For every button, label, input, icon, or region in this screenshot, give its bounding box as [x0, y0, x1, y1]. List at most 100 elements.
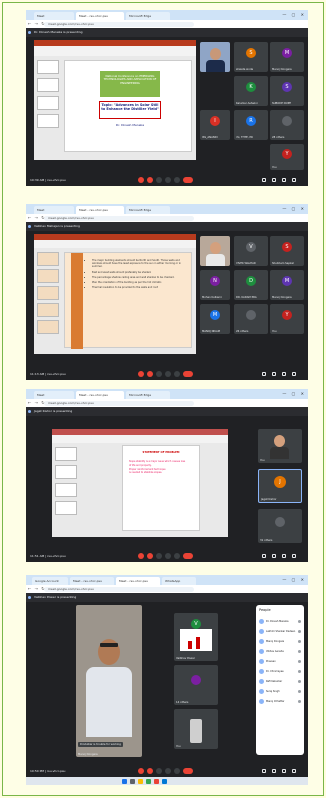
slide-thumbnail[interactable]	[37, 78, 59, 92]
mic-off-button[interactable]	[138, 371, 144, 377]
window-controls[interactable]: — ▢ ✕	[282, 206, 306, 212]
nav-buttons[interactable]: ← → ↻	[28, 215, 46, 221]
page-thumbnail[interactable]	[55, 447, 77, 461]
people-row[interactable]: Dr. Chinmayee	[259, 667, 301, 676]
app-icon[interactable]	[154, 778, 159, 784]
participant-tile[interactable]: M Manoj Dongare	[270, 270, 304, 300]
participant-tile[interactable]: S SUBODH RUPE	[270, 76, 304, 106]
mic-off-button[interactable]	[138, 768, 144, 774]
present-button[interactable]	[165, 768, 171, 774]
info-icon[interactable]	[262, 553, 266, 558]
browser-tab[interactable]: Google Account	[32, 577, 68, 585]
people-row[interactable]: Vibhav Aansha	[259, 647, 301, 656]
participant-tile[interactable]: M Manoj Dongare	[270, 42, 304, 72]
page-thumbnail[interactable]	[55, 465, 77, 479]
browser-tab[interactable]: Meet	[34, 391, 74, 399]
nav-buttons[interactable]: ← → ↻	[28, 21, 46, 27]
participant-tile[interactable]: M MANOJ NIKAM	[200, 304, 230, 334]
mic-off-button[interactable]	[138, 177, 144, 183]
camera-off-button[interactable]	[147, 177, 153, 183]
people-row[interactable]: Praveen	[259, 657, 301, 666]
people-row[interactable]: Dr. Dinesh Meneka	[259, 617, 301, 626]
participant-tile[interactable]: V Vaibhav Power	[174, 613, 218, 661]
leave-call-button[interactable]	[183, 553, 193, 559]
slide-thumbnail[interactable]	[37, 252, 59, 266]
browser-tab[interactable]: Meet	[34, 12, 74, 20]
info-icon[interactable]	[262, 177, 266, 182]
info-icon[interactable]	[262, 371, 266, 376]
chrome-icon[interactable]	[146, 778, 151, 784]
people-icon[interactable]	[272, 768, 276, 773]
others-tile[interactable]: 14 others	[174, 665, 218, 705]
nav-buttons[interactable]: ← → ↻	[28, 586, 46, 592]
others-tile[interactable]: 26 others	[234, 304, 268, 334]
url-input[interactable]: meet.google.com/rsu-vhcr-psu	[44, 215, 194, 221]
slide-thumbnail[interactable]	[37, 320, 59, 334]
camera-off-button[interactable]	[147, 768, 153, 774]
window-controls[interactable]: — ▢ ✕	[282, 577, 306, 583]
more-options-button[interactable]	[174, 768, 180, 774]
window-controls[interactable]: — ▢ ✕	[282, 12, 306, 18]
participant-video-tile[interactable]	[200, 42, 230, 72]
others-tile[interactable]: 31 others	[258, 509, 302, 543]
browser-tab[interactable]: Meet - rsu-vhcr-psu	[70, 577, 114, 585]
page-thumbnail[interactable]	[55, 501, 77, 515]
main-video-tile[interactable]: Dindulkar is trouble for working Manoj D…	[76, 605, 142, 757]
self-tile[interactable]: You	[258, 429, 302, 463]
window-controls[interactable]: — ▢ ✕	[282, 391, 306, 397]
chat-icon[interactable]	[282, 553, 286, 558]
captions-button[interactable]	[156, 553, 162, 559]
people-icon[interactable]	[272, 553, 276, 558]
page-thumbnail[interactable]	[55, 483, 77, 497]
leave-call-button[interactable]	[183, 177, 193, 183]
people-row[interactable]: Manoj Chhattar	[259, 697, 301, 706]
slide-thumbnail[interactable]	[37, 114, 59, 128]
browser-tab[interactable]: Meet	[34, 206, 74, 214]
activities-icon[interactable]	[292, 371, 296, 376]
others-tile[interactable]: 28 others	[270, 110, 304, 140]
slide-thumbnail[interactable]	[37, 60, 59, 74]
captions-button[interactable]	[156, 371, 162, 377]
people-icon[interactable]	[272, 371, 276, 376]
participant-tile[interactable]: K Kalurkar Ashwini	[234, 76, 268, 106]
people-row[interactable]: Manoj Dongare	[259, 637, 301, 646]
edge-icon[interactable]	[162, 778, 167, 784]
slide-thumbnail[interactable]	[37, 303, 59, 317]
slide-thumbnail[interactable]	[37, 286, 59, 300]
present-button[interactable]	[165, 371, 171, 377]
chat-icon[interactable]	[282, 177, 286, 182]
participant-tile[interactable]: S shweta sinde	[234, 42, 268, 72]
leave-call-button[interactable]	[183, 768, 193, 774]
slide-thumbnail[interactable]	[37, 96, 59, 110]
browser-tab-active[interactable]: Meet - rsu-vhcr-psu	[76, 12, 124, 20]
present-button[interactable]	[165, 553, 171, 559]
participant-tile[interactable]: N Mohan Kulkarni	[200, 270, 230, 300]
more-options-button[interactable]	[174, 553, 180, 559]
participant-tile[interactable]: S Shubham Sapkal	[270, 236, 304, 266]
mic-off-button[interactable]	[138, 553, 144, 559]
info-icon[interactable]	[262, 768, 266, 773]
participant-tile[interactable]: I ISS_ANANDI	[200, 110, 230, 140]
captions-button[interactable]	[156, 768, 162, 774]
people-row[interactable]: Lakhmi Shankar Dadeen	[259, 627, 301, 636]
browser-tab[interactable]: Microsoft Edge	[126, 206, 170, 214]
activities-icon[interactable]	[292, 768, 296, 773]
people-icon[interactable]	[272, 177, 276, 182]
browser-tab[interactable]: WhatsApp	[162, 577, 196, 585]
self-tile[interactable]: You	[174, 709, 218, 749]
browser-tab-active[interactable]: Meet - rsu-vhcr-psu	[76, 206, 124, 214]
participant-video-tile[interactable]	[200, 236, 230, 266]
more-options-button[interactable]	[174, 177, 180, 183]
url-input[interactable]: meet.google.com/rsu-vhcr-psu	[44, 586, 194, 592]
participant-tile[interactable]: V VIVEK WALHAR	[234, 236, 268, 266]
chat-icon[interactable]	[282, 371, 286, 376]
self-tile[interactable]: Y You	[270, 144, 304, 170]
browser-tab[interactable]: Microsoft Edge	[126, 12, 170, 20]
active-speaker-tile[interactable]: J Jagat Kishor	[258, 469, 302, 503]
url-input[interactable]: meet.google.com/rsu-vhcr-psu	[44, 21, 194, 27]
more-options-button[interactable]	[174, 371, 180, 377]
activities-icon[interactable]	[292, 553, 296, 558]
chat-icon[interactable]	[282, 768, 286, 773]
present-button[interactable]	[165, 177, 171, 183]
people-row[interactable]: Suraj Singh	[259, 687, 301, 696]
